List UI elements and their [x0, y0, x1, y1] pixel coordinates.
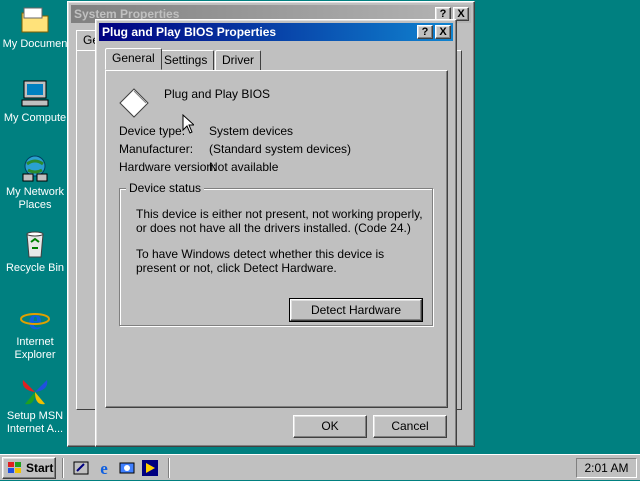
start-label: Start — [26, 461, 54, 475]
mouse-cursor-icon — [182, 113, 196, 134]
desktop-icon-my-network-places[interactable]: My Network Places — [0, 152, 70, 212]
start-button[interactable]: Start — [2, 457, 56, 479]
show-desktop-icon[interactable] — [72, 459, 90, 477]
svg-text:e: e — [28, 303, 41, 334]
hardware-version-label: Hardware version: — [119, 160, 217, 174]
windows-logo-icon — [7, 461, 23, 475]
close-button[interactable]: X — [435, 25, 451, 39]
folder-icon — [19, 4, 51, 36]
cancel-button[interactable]: Cancel — [373, 415, 447, 438]
desktop-icon-my-documents[interactable]: My Documen — [0, 4, 70, 51]
ie-icon: e — [19, 302, 51, 336]
svg-text:e: e — [100, 459, 108, 477]
help-button[interactable]: ? — [417, 25, 433, 39]
device-status-group: Device status This device is either not … — [119, 181, 433, 326]
ie-quicklaunch-icon[interactable]: e — [95, 459, 113, 478]
manufacturer-label: Manufacturer: — [119, 142, 194, 156]
device-type-label: Device type: — [119, 124, 186, 138]
device-name: Plug and Play BIOS — [164, 87, 271, 101]
media-player-icon[interactable] — [141, 459, 159, 477]
computer-icon — [19, 78, 51, 110]
status-text-2: To have Windows detect whether this devi… — [136, 247, 385, 275]
tab-strip: General Settings Driver — [105, 48, 445, 72]
system-clock[interactable]: 2:01 AM — [576, 458, 637, 478]
taskbar-divider — [168, 458, 170, 478]
dialog-title: Plug and Play BIOS Properties — [102, 25, 277, 39]
desktop-icon-setup-msn[interactable]: Setup MSN Internet A... — [0, 376, 70, 436]
taskbar-divider — [62, 458, 64, 478]
dialog-titlebar[interactable]: Plug and Play BIOS Properties ? X — [99, 23, 453, 41]
detect-hardware-button[interactable]: Detect Hardware — [289, 298, 423, 322]
device-status-title: Device status — [126, 181, 205, 195]
desktop-icon-recycle-bin[interactable]: Recycle Bin — [0, 228, 70, 275]
status-text-1: This device is either not present, not w… — [136, 207, 423, 235]
channels-icon[interactable] — [118, 459, 136, 477]
tab-driver[interactable]: Driver — [215, 50, 261, 70]
device-type-value: System devices — [209, 124, 294, 138]
manufacturer-value: (Standard system devices) — [209, 142, 352, 156]
tab-settings[interactable]: Settings — [157, 50, 215, 70]
device-icon — [118, 87, 150, 119]
msn-icon — [19, 376, 51, 408]
recycle-bin-icon — [19, 228, 51, 260]
taskbar: Start e 2:01 AM — [0, 454, 640, 480]
network-icon — [19, 152, 51, 184]
desktop-icon-my-computer[interactable]: My Compute — [0, 78, 70, 125]
ok-button[interactable]: OK — [293, 415, 367, 438]
hardware-version-value: Not available — [209, 160, 279, 174]
tab-general[interactable]: General — [105, 48, 162, 70]
pnp-bios-properties-dialog: Plug and Play BIOS Properties ? X Genera… — [95, 19, 457, 447]
desktop-icon-internet-explorer[interactable]: e Internet Explorer — [0, 302, 70, 362]
general-tab-panel: Plug and Play BIOS Device type: System d… — [105, 70, 448, 408]
